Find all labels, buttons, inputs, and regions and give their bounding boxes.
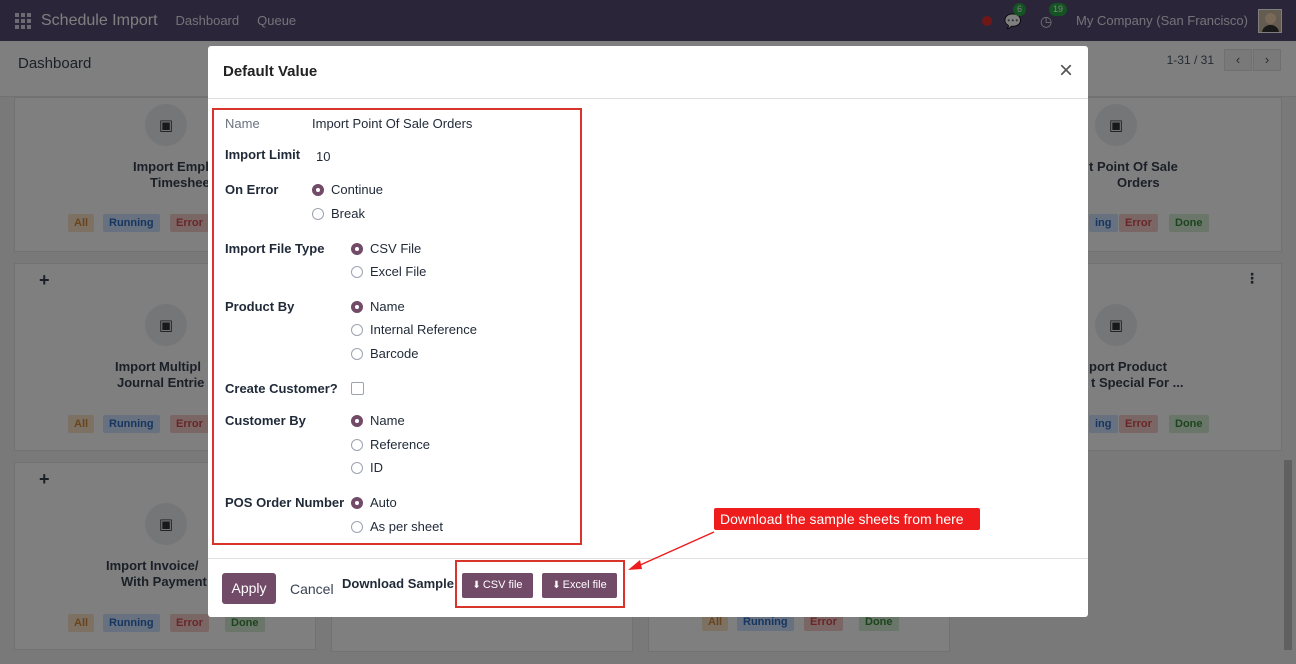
- radio-excel-file[interactable]: Excel File: [351, 264, 426, 279]
- download-csv-button[interactable]: ⬇ CSV file: [462, 573, 533, 598]
- cancel-button[interactable]: Cancel: [290, 581, 334, 597]
- name-value: Import Point Of Sale Orders: [312, 116, 473, 131]
- download-icon: ⬇: [552, 580, 561, 591]
- modal-footer: Apply Cancel Download Sample: ⬇ CSV file …: [208, 558, 1088, 617]
- highlight-box-form: Name Import Point Of Sale Orders Import …: [212, 108, 582, 545]
- download-sample-label: Download Sample:: [342, 576, 459, 591]
- radio-csv-file[interactable]: CSV File: [351, 241, 421, 256]
- radio-unselected-icon: [351, 265, 363, 278]
- radio-unselected-icon: [351, 323, 363, 336]
- radio-customer-id[interactable]: ID: [351, 460, 383, 475]
- apply-button[interactable]: Apply: [222, 573, 276, 604]
- radio-unselected-icon: [351, 461, 363, 474]
- create-customer-label: Create Customer?: [225, 381, 338, 396]
- radio-selected-icon: [351, 242, 363, 255]
- radio-unselected-icon: [312, 207, 324, 220]
- radio-customer-reference[interactable]: Reference: [351, 437, 430, 452]
- radio-selected-icon: [312, 183, 324, 196]
- radio-internal-reference[interactable]: Internal Reference: [351, 322, 477, 337]
- name-label: Name: [225, 116, 260, 131]
- radio-break[interactable]: Break: [312, 206, 365, 221]
- radio-unselected-icon: [351, 347, 363, 360]
- radio-continue[interactable]: Continue: [312, 182, 383, 197]
- pos-order-number-label: POS Order Number: [225, 495, 345, 510]
- radio-unselected-icon: [351, 520, 363, 533]
- radio-customer-name[interactable]: Name: [351, 413, 405, 428]
- on-error-label: On Error: [225, 182, 279, 197]
- radio-as-per-sheet[interactable]: As per sheet: [351, 519, 443, 534]
- product-by-label: Product By: [225, 299, 295, 314]
- create-customer-checkbox[interactable]: [351, 382, 364, 395]
- import-limit-field[interactable]: 10: [316, 149, 330, 164]
- modal-header: Default Value ×: [208, 46, 1088, 99]
- radio-selected-icon: [351, 414, 363, 427]
- download-icon: ⬇: [472, 580, 481, 591]
- close-icon[interactable]: ×: [1056, 59, 1076, 83]
- import-limit-label: Import Limit: [225, 147, 301, 162]
- radio-product-name[interactable]: Name: [351, 299, 405, 314]
- radio-barcode[interactable]: Barcode: [351, 346, 418, 361]
- radio-unselected-icon: [351, 438, 363, 451]
- annotation-callout: Download the sample sheets from here: [714, 508, 980, 530]
- radio-selected-icon: [351, 496, 363, 509]
- default-value-dialog: Default Value × Name Import Point Of Sal…: [208, 46, 1088, 617]
- file-type-label: Import File Type: [225, 241, 325, 256]
- download-excel-button[interactable]: ⬇ Excel file: [542, 573, 617, 598]
- modal-title: Default Value: [223, 63, 318, 80]
- customer-by-label: Customer By: [225, 413, 306, 428]
- highlight-box-download: ⬇ CSV file ⬇ Excel file: [455, 560, 625, 608]
- radio-auto[interactable]: Auto: [351, 495, 397, 510]
- radio-selected-icon: [351, 300, 363, 313]
